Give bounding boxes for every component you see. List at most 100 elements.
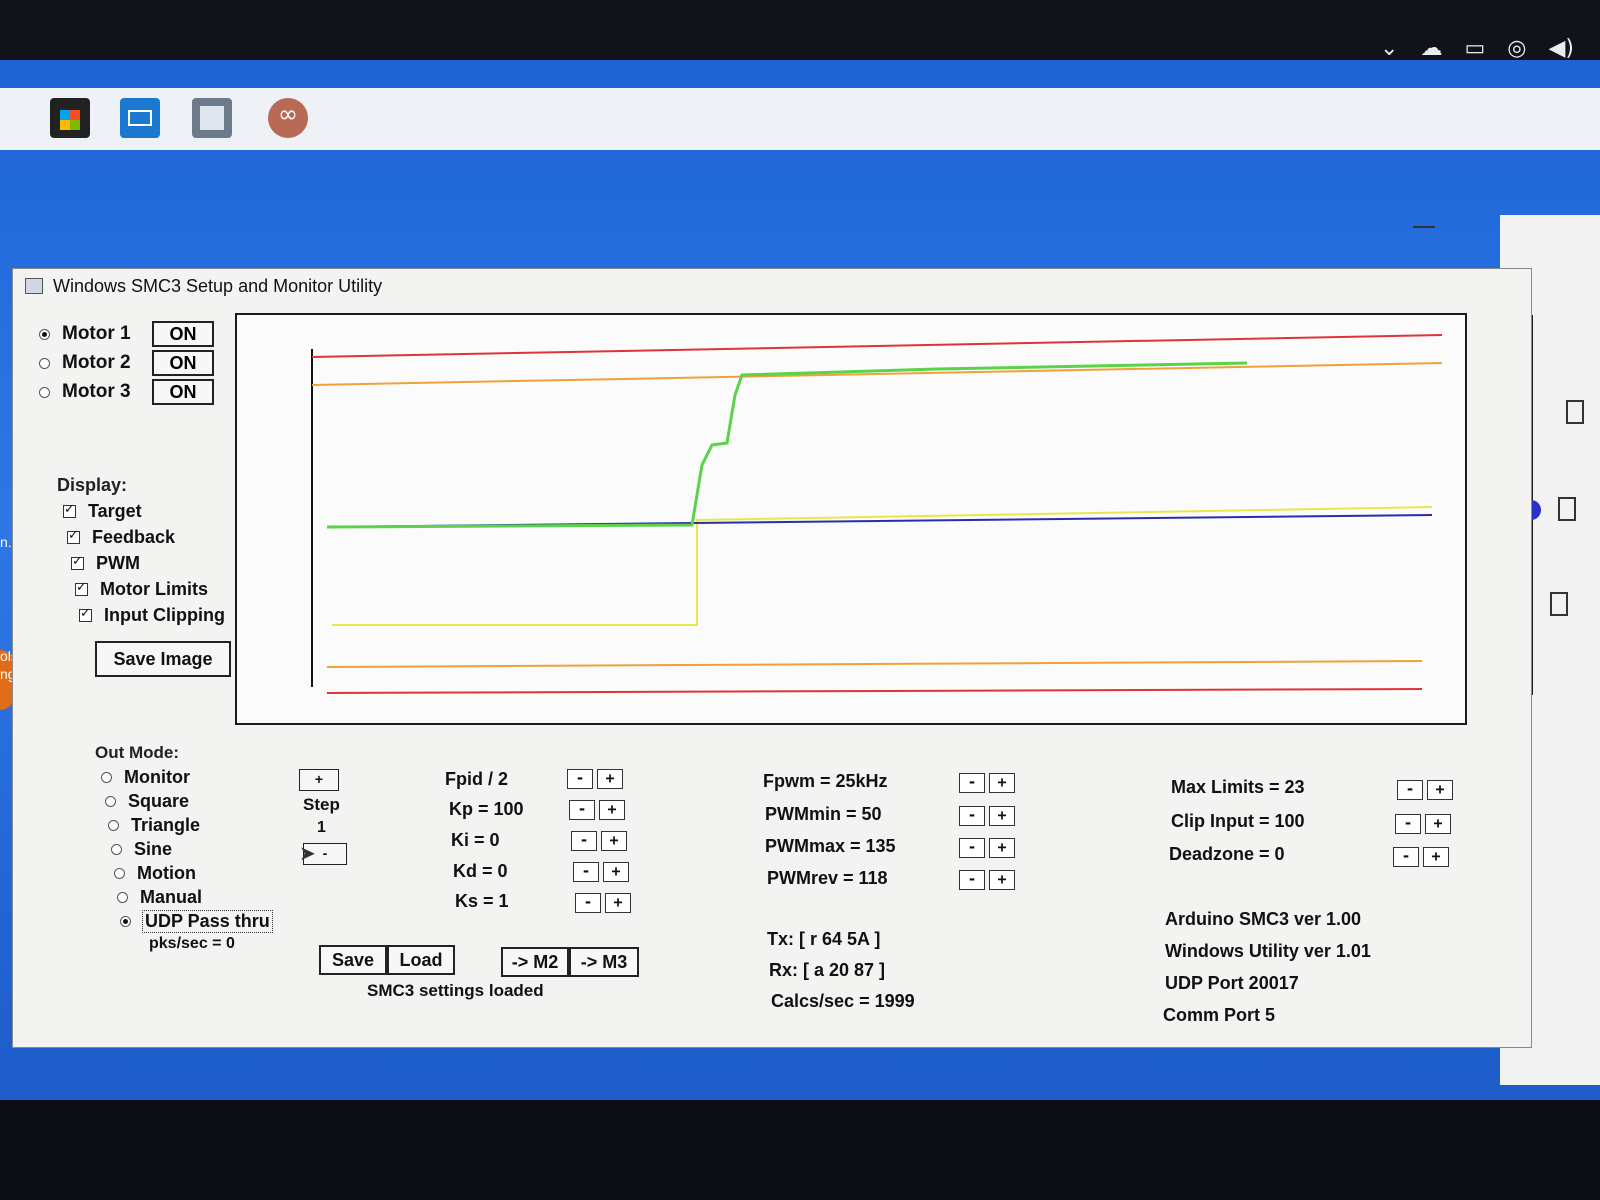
max-limits-stepper: - + [1397,780,1457,800]
fpwm-stepper: - + [959,773,1019,793]
motor-3-on-button[interactable]: ON [152,379,214,405]
copy-to-m2-button[interactable]: -> M2 [501,947,569,977]
chevron-up-icon[interactable]: ⌄ [1380,36,1398,61]
motor-2-label: Motor 2 [62,352,131,373]
ki-plus-button[interactable]: + [601,831,627,851]
deadzone-minus-button[interactable]: - [1393,847,1419,867]
motor-limits-checkbox[interactable] [75,580,88,596]
sine-label: Sine [134,839,173,859]
ki-minus-button[interactable]: - [571,831,597,851]
fpid-plus-button[interactable]: + [597,769,623,789]
pwmrev-label: PWMrev = 118 [767,868,888,888]
fpid-minus-button[interactable]: - [567,769,593,789]
ks-stepper: - + [575,893,635,913]
display-pwm-row: PWM [71,553,140,574]
mode-sine-row: Sine [111,839,172,860]
ki-label: Ki = 0 [451,830,500,850]
square-radio[interactable] [105,796,116,807]
motor-limit-top-line [311,334,1443,358]
motor-row-2: Motor 2 ON [39,350,214,376]
kp-stepper: - + [569,800,629,820]
monitor-radio[interactable] [101,772,112,783]
triangle-radio[interactable] [108,820,119,831]
pwmmax-minus-button[interactable]: - [959,838,985,858]
triangle-label: Triangle [131,815,201,835]
kd-minus-button[interactable]: - [573,862,599,882]
motor-limits-label: Motor Limits [100,579,208,599]
mouse-cursor-icon: ➤ [299,841,316,865]
display-motor-limits-row: Motor Limits [75,579,208,600]
motion-label: Motion [137,863,196,883]
max-limits-minus-button[interactable]: - [1397,780,1423,800]
tx-readout: Tx: [ r 64 5A ] [767,929,881,949]
arduino-icon[interactable] [268,98,308,138]
monitor-plot [235,313,1467,725]
udp-pass-thru-radio[interactable] [120,916,131,927]
ks-minus-button[interactable]: - [575,893,601,913]
manual-label: Manual [140,887,203,907]
pwmmax-plus-button[interactable]: + [989,838,1015,858]
max-limits-label: Max Limits = 23 [1171,777,1305,797]
volume-icon[interactable]: ◀) [1548,36,1574,61]
fpid-label: Fpid / 2 [445,769,508,789]
motion-radio[interactable] [114,868,125,879]
pwmmin-minus-button[interactable]: - [959,806,985,826]
plot-svg [311,334,1443,694]
pwmrev-plus-button[interactable]: + [989,870,1015,890]
load-settings-button[interactable]: Load [387,945,455,975]
minimize-icon[interactable] [1413,226,1435,228]
mode-manual-row: Manual [117,887,202,908]
kp-minus-button[interactable]: - [569,800,595,820]
app-window-icon[interactable] [192,98,232,138]
pwmrev-minus-button[interactable]: - [959,870,985,890]
pks-sec-readout: pks/sec = 0 [149,935,235,952]
motor-2-radio[interactable] [39,357,50,369]
clip-input-plus-button[interactable]: + [1425,814,1451,834]
mode-monitor-row: Monitor [101,767,190,788]
feedback-checkbox[interactable] [67,528,80,544]
kp-plus-button[interactable]: + [599,800,625,820]
kd-plus-button[interactable]: + [603,862,629,882]
store-icon[interactable] [50,98,90,138]
step-value: 1 [317,819,326,836]
fpwm-label: Fpwm = 25kHz [763,771,888,791]
manual-radio[interactable] [117,892,128,903]
motor-row-3: Motor 3 ON [39,379,214,405]
fpwm-plus-button[interactable]: + [989,773,1015,793]
out-mode-heading: Out Mode: [95,743,180,762]
motor-1-label: Motor 1 [62,323,131,344]
deadzone-label: Deadzone = 0 [1169,844,1285,864]
pwmmin-plus-button[interactable]: + [989,806,1015,826]
sine-radio[interactable] [111,844,122,855]
pwm-checkbox[interactable] [71,554,84,570]
motor-3-radio[interactable] [39,386,50,398]
motor-1-radio[interactable] [39,328,50,340]
ks-plus-button[interactable]: + [605,893,631,913]
settings-status: SMC3 settings loaded [367,981,544,1000]
title-bar[interactable]: Windows SMC3 Setup and Monitor Utility [13,269,1531,303]
motor-1-on-button[interactable]: ON [152,321,214,347]
input-clipping-checkbox[interactable] [79,606,92,622]
save-settings-button[interactable]: Save [319,945,387,975]
step-plus-button[interactable]: + [299,769,339,791]
onedrive-sync-icon[interactable]: ☁ [1420,36,1442,61]
save-image-button[interactable]: Save Image [95,641,231,677]
ks-label: Ks = 1 [455,891,509,911]
pwmmax-label: PWMmax = 135 [765,836,896,856]
deadzone-plus-button[interactable]: + [1423,847,1449,867]
fpwm-minus-button[interactable]: - [959,773,985,793]
motor-limit-bottom-line [326,688,1423,694]
app-icon [25,278,43,294]
mail-icon[interactable] [120,98,160,138]
battery-icon[interactable]: ▭ [1464,36,1485,61]
clip-input-minus-button[interactable]: - [1395,814,1421,834]
feedback-trace [326,361,1248,529]
mode-udp-row: UDP Pass thru [120,910,273,933]
globe-network-icon[interactable]: ◎ [1507,36,1526,61]
copy-to-m3-button[interactable]: -> M3 [569,947,639,977]
max-limits-plus-button[interactable]: + [1427,780,1453,800]
target-checkbox[interactable] [63,502,76,518]
motor-2-on-button[interactable]: ON [152,350,214,376]
system-tray: ⌄ ☁ ▭ ◎ ◀) [1380,36,1574,61]
deadzone-stepper: - + [1393,847,1453,867]
